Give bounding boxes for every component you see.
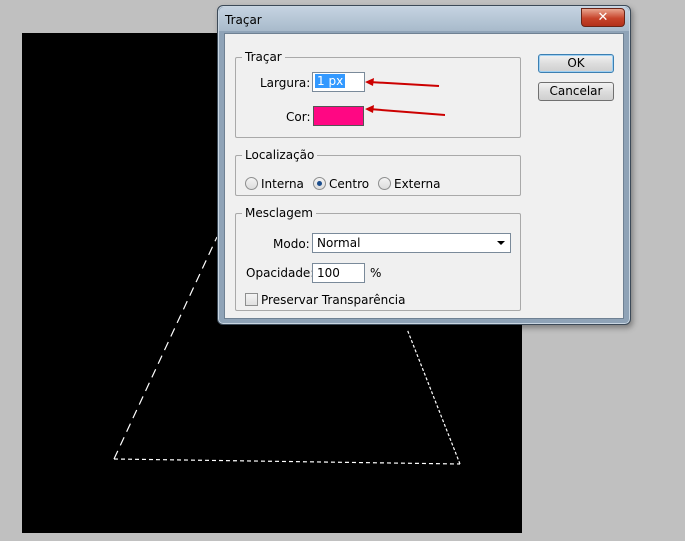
width-value: 1 px (315, 74, 346, 88)
opacity-value: 100 (317, 266, 340, 280)
preserve-transparency-label: Preservar Transparência (261, 293, 406, 307)
stroke-group-legend: Traçar (245, 50, 282, 64)
opacity-unit: % (370, 266, 382, 280)
opacity-input[interactable]: 100 (312, 263, 365, 283)
chevron-down-icon (497, 241, 505, 245)
width-input[interactable]: 1 px (312, 72, 365, 92)
ok-button[interactable]: OK (538, 54, 614, 73)
radio-centro-label: Centro (329, 177, 370, 191)
mode-dropdown[interactable]: Normal (312, 233, 511, 253)
width-label: Largura: (260, 76, 311, 90)
mode-value: Normal (317, 236, 361, 250)
radio-interna[interactable] (245, 177, 258, 190)
close-icon: ✕ (597, 10, 609, 25)
location-group-legend: Localização (245, 148, 315, 162)
radio-centro[interactable] (313, 177, 326, 190)
mode-label: Modo: (273, 237, 310, 251)
color-label: Cor: (286, 110, 311, 124)
close-button[interactable]: ✕ (581, 8, 625, 27)
radio-externa-label: Externa (394, 177, 441, 191)
preserve-transparency-checkbox[interactable] (245, 293, 258, 306)
radio-interna-label: Interna (261, 177, 304, 191)
dialog-titlebar[interactable]: Traçar ✕ (219, 7, 629, 31)
stroke-dialog: Traçar ✕ Traçar Largura: 1 px Cor: Local… (217, 5, 631, 325)
color-swatch[interactable] (313, 106, 364, 126)
red-arrow-icon (365, 78, 445, 117)
opacity-label: Opacidade: (246, 266, 315, 280)
radio-externa[interactable] (378, 177, 391, 190)
cancel-button[interactable]: Cancelar (538, 82, 614, 101)
blending-group-legend: Mesclagem (245, 206, 313, 220)
dialog-title: Traçar (225, 13, 262, 27)
dialog-body: Traçar Largura: 1 px Cor: Localização In… (224, 33, 624, 319)
